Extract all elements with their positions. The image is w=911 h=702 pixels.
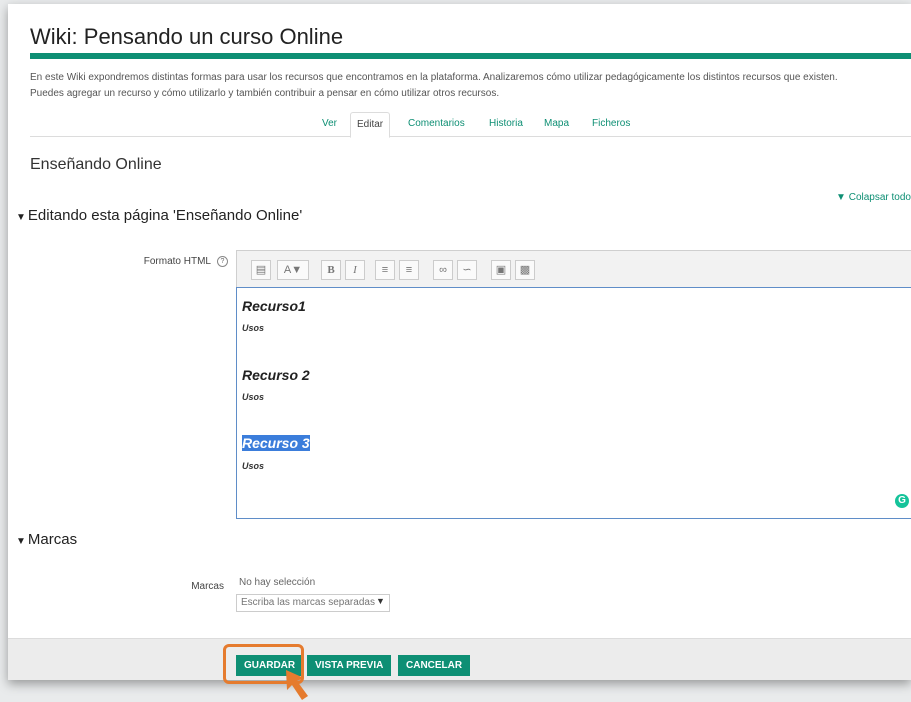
editor-toolbar: ▤ A▼ B I ≡ ≡ ∞ ∽ ▣ ▩ (236, 250, 911, 287)
editor-heading-2: Recurso 2 (242, 367, 310, 383)
editor-heading-3: Recurso 3 (242, 435, 310, 451)
tags-label: Marcas (191, 581, 224, 592)
preview-button[interactable]: VISTA PREVIA (307, 655, 392, 676)
toggle-toolbar-icon[interactable]: ▤ (251, 260, 271, 280)
editing-section-legend[interactable]: ▼ Editando esta página 'Enseñando Online' (16, 207, 302, 224)
italic-icon[interactable]: I (345, 260, 365, 280)
editing-section-label: Editando esta página 'Enseñando Online' (27, 207, 303, 224)
caret-down-icon[interactable]: ▼ (376, 596, 385, 606)
tab-editar[interactable]: Editar (350, 112, 391, 138)
tab-mapa[interactable]: Mapa (538, 112, 575, 136)
tags-input[interactable] (236, 594, 390, 612)
triangle-down-icon: ▼ (16, 536, 26, 547)
tab-historia[interactable]: Historia (483, 112, 529, 136)
tab-comentarios[interactable]: Comentarios (402, 112, 471, 136)
grammarly-icon[interactable]: G (895, 494, 909, 508)
triangle-down-icon: ▼ (836, 192, 846, 203)
intro-line-2: Puedes agregar un recurso y cómo utiliza… (30, 88, 500, 99)
triangle-down-icon: ▼ (16, 212, 26, 223)
editor-text-1: Usos (242, 323, 265, 333)
bold-icon[interactable]: B (321, 260, 341, 280)
link-icon[interactable]: ∞ (433, 260, 453, 280)
editor-text-3: Usos (242, 461, 265, 471)
cancel-button[interactable]: CANCELAR (398, 655, 471, 676)
editor-text-2: Usos (242, 392, 265, 402)
wiki-page: Wiki: Pensando un curso Online En este W… (8, 4, 911, 680)
font-style-icon[interactable]: A▼ (277, 260, 309, 280)
tags-section-label: Marcas (27, 531, 78, 548)
pointer-arrow-icon (286, 670, 308, 700)
page-title: Wiki: Pensando un curso Online (30, 24, 344, 49)
wiki-content-editor[interactable]: Recurso1 Usos Recurso 2 Usos Recurso 3 U… (236, 287, 911, 519)
bullet-list-icon[interactable]: ≡ (375, 260, 395, 280)
tags-selection: No hay selección (239, 577, 316, 588)
collapse-all-label: Colapsar todo (848, 192, 911, 203)
unlink-icon[interactable]: ∽ (457, 260, 477, 280)
tab-ver[interactable]: Ver (316, 112, 343, 136)
collapse-all-link[interactable]: ▼ Colapsar todo (836, 192, 911, 203)
numbered-list-icon[interactable]: ≡ (399, 260, 419, 280)
selected-text: Recurso 3 (242, 435, 310, 451)
editor-heading-1: Recurso1 (242, 298, 306, 314)
format-html-label: Formato HTML? (118, 256, 228, 267)
tags-section-legend[interactable]: ▼ Marcas (16, 531, 77, 548)
format-html-text: Formato HTML (143, 256, 211, 268)
wiki-tabs: Ver Editar Comentarios Historia Mapa Fic… (30, 112, 911, 138)
title-accent-bar (30, 53, 911, 59)
image-icon[interactable]: ▣ (491, 260, 511, 280)
wiki-section-title: Enseñando Online (30, 156, 162, 173)
tab-ficheros[interactable]: Ficheros (586, 112, 636, 136)
help-icon[interactable]: ? (217, 256, 228, 267)
media-icon[interactable]: ▩ (515, 260, 535, 280)
wiki-intro: En este Wiki expondremos distintas forma… (30, 70, 905, 102)
intro-line-1: En este Wiki expondremos distintas forma… (30, 72, 838, 83)
